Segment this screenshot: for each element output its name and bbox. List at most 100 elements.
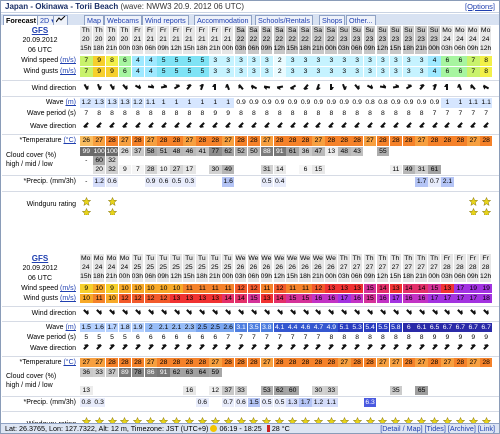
wind-arrow-icon [237, 83, 245, 91]
cloud-mid-cell [390, 377, 403, 386]
wave-direction-cell [338, 343, 351, 355]
wind-arrow-icon [212, 84, 218, 90]
wave-direction-cell [209, 120, 222, 133]
tab-schools-rentals[interactable]: Schools/Rentals [255, 15, 313, 25]
temperature-cell: 28 [428, 136, 441, 146]
wave-cell: 4.4 [286, 323, 299, 332]
row-divider [2, 96, 499, 97]
wind-speed-cell: 10 [157, 284, 170, 293]
wind-gusts-cell: 7 [467, 67, 480, 77]
rating-cell [454, 195, 467, 215]
wave-arrow-icon [443, 121, 451, 129]
tab-map[interactable]: Map [84, 15, 104, 25]
wind-arrow-icon [405, 83, 413, 91]
cloud-high-cell [480, 368, 493, 377]
wave-cell: 1 [454, 98, 467, 108]
date-cell: 25 [209, 263, 222, 272]
wave-direction-cell [390, 343, 403, 355]
footer-links[interactable]: [Detail / Map] [Tides] [Archive] [Link] [380, 424, 495, 433]
date-cell: 25 [144, 263, 157, 272]
location-title: Japan - Okinawa - Torii Beach [5, 2, 119, 11]
wave-cell: 1.2 [131, 98, 145, 108]
wave-period-cell: 6 [174, 334, 179, 341]
wave-direction-cell [364, 120, 377, 133]
date-cell: 28 [479, 263, 493, 272]
tab-other[interactable]: Other... [346, 15, 376, 25]
cloud-cover-label: Cloud cover (%) high / mid / low [6, 373, 57, 389]
wind-arrow-icon [185, 308, 193, 316]
cloud-low-cell: 30 [209, 165, 222, 174]
options-link[interactable]: [Options] [465, 2, 495, 11]
model-link[interactable]: GFS [2, 254, 78, 264]
wind-arrow-icon [237, 308, 245, 316]
cloud-high-cell [338, 368, 351, 377]
sun-times: 06:19 - 18:25 [219, 424, 262, 433]
star-icon [107, 207, 117, 215]
cloud-high-cell: 33 [92, 368, 106, 377]
day-cell: Su [338, 26, 351, 35]
hour-cell: 12h [376, 272, 390, 282]
wind-gusts-cell: 16 [325, 294, 338, 303]
day-cell: Tu [183, 254, 196, 263]
wave-arrow-icon [121, 121, 129, 129]
wave-period-cell: 7 [471, 110, 476, 117]
rating-cell [106, 195, 119, 215]
cloud-mid-cell [286, 156, 299, 165]
wave-arrow-icon [108, 121, 116, 129]
wind-speed-cell: 15 [428, 284, 441, 293]
day-cell: We [299, 254, 312, 263]
wind-direction-cell [132, 308, 145, 320]
day-cell: Sa [325, 26, 338, 35]
wind-speed-cell: 10 [118, 284, 132, 293]
cloud-mid-cell [157, 377, 170, 386]
cloud-low-cell: 15 [312, 165, 325, 174]
wind-speed-cell: 10 [131, 284, 145, 293]
tab-accommodation[interactable]: Accommodation [194, 15, 252, 25]
cloud-high-cell: 78 [131, 368, 145, 377]
date-cell: 26 [234, 263, 248, 272]
line-chart-icon[interactable] [53, 15, 68, 25]
temperature-cell: 28 [196, 136, 209, 146]
wind-speed-cell: 3 [350, 56, 364, 66]
temperature-cell: 28 [183, 358, 196, 367]
temperature-cell: 28 [402, 358, 415, 367]
tab-wind-reports[interactable]: Wind reports [142, 15, 189, 25]
hour-cell: 03h [234, 272, 248, 282]
tab-webcams[interactable]: Webcams [104, 15, 142, 25]
precip-label: *Precip. (mm/3h) [23, 399, 76, 406]
tab-forecast[interactable]: Forecast [3, 15, 39, 25]
date-cell: 25 [157, 263, 170, 272]
wind-arrow-icon [224, 83, 232, 91]
temperature-cell: 28 [350, 358, 364, 367]
cloud-mid-cell [209, 156, 222, 165]
wind-gusts-cell: 3 [363, 67, 377, 77]
wind-gusts-cell: 16 [312, 294, 325, 303]
wave-arrow-icon [159, 343, 167, 351]
wind-speed-cell: 6 [454, 56, 467, 66]
wave-period-label: Wave period (s) [26, 334, 76, 341]
wind-arrow-icon [224, 308, 232, 316]
cloud-mid-cell [196, 156, 209, 165]
wave-cell: 6.7 [467, 323, 480, 332]
wave-direction-cell [93, 120, 106, 133]
precip-cell [145, 398, 158, 407]
date-cell: 23 [415, 35, 428, 44]
date-cell: 24 [80, 263, 93, 272]
wave-cell: 1.1 [144, 98, 157, 108]
date-cell: 23 [402, 35, 415, 44]
wave-cell: 3.5 [247, 323, 261, 332]
cloud-high-cell [428, 368, 441, 377]
hour-cell: 06h [247, 44, 261, 54]
date-cell: 27 [402, 263, 415, 272]
model-link[interactable]: GFS [2, 26, 78, 36]
wind-speed-cell: 9 [92, 56, 106, 66]
wind-direction-cell [467, 82, 480, 95]
date-cell: 26 [312, 263, 325, 272]
cloud-high-cell: 100 [92, 147, 106, 156]
cloud-low-cell [248, 386, 261, 395]
wave-cell: 5.4 [363, 323, 377, 332]
wind-direction-cell [157, 82, 170, 95]
tab-shops[interactable]: Shops [319, 15, 346, 25]
day-cell: Tu [196, 254, 209, 263]
hour-cell: 09h [363, 44, 377, 54]
